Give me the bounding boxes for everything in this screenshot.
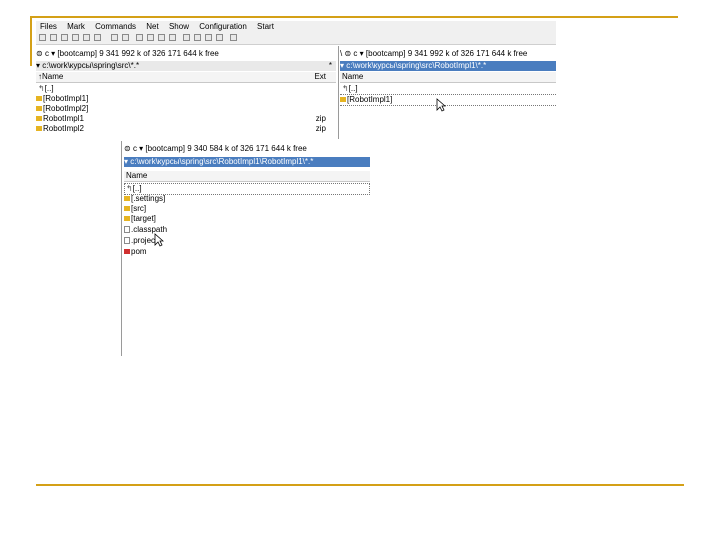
pack-icon[interactable] [136, 34, 143, 41]
list-item[interactable]: [src] [124, 204, 370, 214]
left-path-bar[interactable]: ▾ c:\work\курсы\spring\src\*.* * [36, 61, 336, 71]
chevron-down-icon[interactable]: ▾ [139, 144, 143, 153]
right-path-bar[interactable]: ▾ c:\work\курсы\spring\src\RobotImpl1\*.… [340, 61, 556, 71]
menu-bar: Files Mark Commands Net Show Configurati… [36, 21, 556, 32]
menu-mark[interactable]: Mark [63, 21, 89, 32]
folder-icon [124, 216, 130, 222]
chevron-down-icon[interactable]: ▾ [124, 157, 128, 166]
right-drive-info: [bootcamp] 9 341 992 k of 326 171 644 k … [365, 49, 528, 58]
mouse-cursor-icon [154, 233, 164, 247]
column-name-header[interactable]: ↑Name [36, 72, 63, 81]
left-panel: ⊜ c ▾ [bootcamp] 9 341 992 k of 326 171 … [36, 46, 336, 139]
menu-files[interactable]: Files [36, 21, 61, 32]
up-dir-icon: ↰ [126, 184, 133, 193]
zoom-left-border [121, 141, 122, 356]
drive-icon: ⊜ [344, 49, 352, 58]
root-button[interactable]: \ [340, 49, 342, 58]
list-item[interactable]: ↰[..] [340, 84, 556, 94]
commander-window: Files Mark Commands Net Show Configurati… [36, 21, 556, 139]
list-item[interactable]: RobotImpl2 zip [36, 124, 336, 134]
help-icon[interactable] [230, 34, 237, 41]
ftp-icon[interactable] [205, 34, 212, 41]
list-item[interactable]: [RobotImpl1] [36, 94, 336, 104]
list-item[interactable]: [RobotImpl1] [340, 94, 556, 106]
zoomed-panel-window: ⊜ c ▾ [bootcamp] 9 340 584 k of 326 171 … [118, 141, 370, 356]
list-item[interactable]: ↰[..] [36, 84, 336, 94]
folder-icon [36, 106, 42, 112]
mouse-cursor-icon [436, 98, 446, 112]
right-column-header: Name [340, 72, 556, 83]
left-drive-bar: ⊜ c ▾ [bootcamp] 9 341 992 k of 326 171 … [36, 48, 336, 59]
menu-commands[interactable]: Commands [91, 21, 140, 32]
up-dir-icon: ↰ [342, 84, 349, 93]
home-icon[interactable] [183, 34, 190, 41]
tree-icon[interactable] [83, 34, 90, 41]
compare-icon[interactable] [216, 34, 223, 41]
list-item[interactable]: [.settings] [124, 194, 370, 204]
details-icon[interactable] [72, 34, 79, 41]
zip-icon [36, 126, 42, 132]
menu-show[interactable]: Show [165, 21, 193, 32]
list-item[interactable]: [RobotImpl2] [36, 104, 336, 114]
right-drive-bar: \ ⊜ c ▾ [bootcamp] 9 341 992 k of 326 17… [340, 48, 556, 59]
folder-icon [124, 206, 130, 212]
search-icon[interactable] [158, 34, 165, 41]
forward-icon[interactable] [122, 34, 129, 41]
slide-top-rule [32, 16, 678, 18]
zip-icon [36, 116, 42, 122]
maven-pom-icon [124, 249, 130, 255]
chevron-down-icon[interactable]: ▾ [51, 49, 55, 58]
column-name-header[interactable]: Name [340, 72, 363, 81]
left-drive-info: [bootcamp] 9 341 992 k of 326 171 644 k … [57, 49, 219, 58]
left-history-button[interactable]: * [329, 61, 332, 71]
chevron-down-icon[interactable]: ▾ [360, 49, 364, 58]
zoom-path: c:\work\курсы\spring\src\RobotImpl1\Robo… [130, 157, 314, 166]
drive-icon: ⊜ [124, 144, 131, 153]
filter-icon[interactable] [94, 34, 101, 41]
zoom-column-header: Name [124, 171, 370, 182]
refresh-icon[interactable] [39, 34, 46, 41]
right-path: c:\work\курсы\spring\src\RobotImpl1\*.* [346, 61, 487, 70]
panel-divider[interactable] [338, 46, 339, 139]
folder-icon [36, 96, 42, 102]
folder-icon [124, 196, 130, 202]
menu-net[interactable]: Net [142, 21, 162, 32]
up-dir-icon: ↰ [38, 84, 45, 93]
left-drive-select[interactable]: c [45, 49, 49, 58]
zoom-path-bar[interactable]: ▾ c:\work\курсы\spring\src\RobotImpl1\Ro… [124, 157, 370, 167]
menu-configuration[interactable]: Configuration [195, 21, 251, 32]
right-drive-select[interactable]: c [353, 49, 357, 58]
column-ext-header[interactable]: Ext [314, 72, 326, 82]
list-item[interactable]: [target] [124, 214, 370, 224]
folder-icon [340, 97, 346, 103]
chevron-down-icon[interactable]: ▾ [340, 61, 344, 70]
back-icon[interactable] [111, 34, 118, 41]
rename-icon[interactable] [169, 34, 176, 41]
file-icon [124, 237, 130, 245]
zoom-drive-select[interactable]: c [133, 144, 137, 153]
list-item[interactable]: RobotImpl1 zip [36, 114, 336, 124]
view-icon[interactable] [50, 34, 57, 41]
zoom-drive-info: [bootcamp] 9 340 584 k of 326 171 644 k … [145, 144, 307, 153]
unpack-icon[interactable] [147, 34, 154, 41]
right-panel: \ ⊜ c ▾ [bootcamp] 9 341 992 k of 326 17… [340, 46, 556, 139]
left-path: c:\work\курсы\spring\src\*.* [42, 61, 140, 70]
sync-icon[interactable] [194, 34, 201, 41]
left-column-header: ↑Name Ext [36, 72, 336, 83]
list-item[interactable]: pom [124, 247, 370, 257]
list-icon[interactable] [61, 34, 68, 41]
file-icon [124, 226, 130, 234]
menu-start[interactable]: Start [253, 21, 278, 32]
toolbar [36, 32, 556, 45]
chevron-down-icon[interactable]: ▾ [36, 61, 40, 70]
slide-left-accent [30, 16, 32, 66]
zoom-drive-bar: ⊜ c ▾ [bootcamp] 9 340 584 k of 326 171 … [124, 143, 370, 154]
column-name-header[interactable]: Name [124, 171, 147, 180]
slide-bottom-rule [36, 484, 684, 486]
drive-icon: ⊜ [36, 49, 43, 58]
